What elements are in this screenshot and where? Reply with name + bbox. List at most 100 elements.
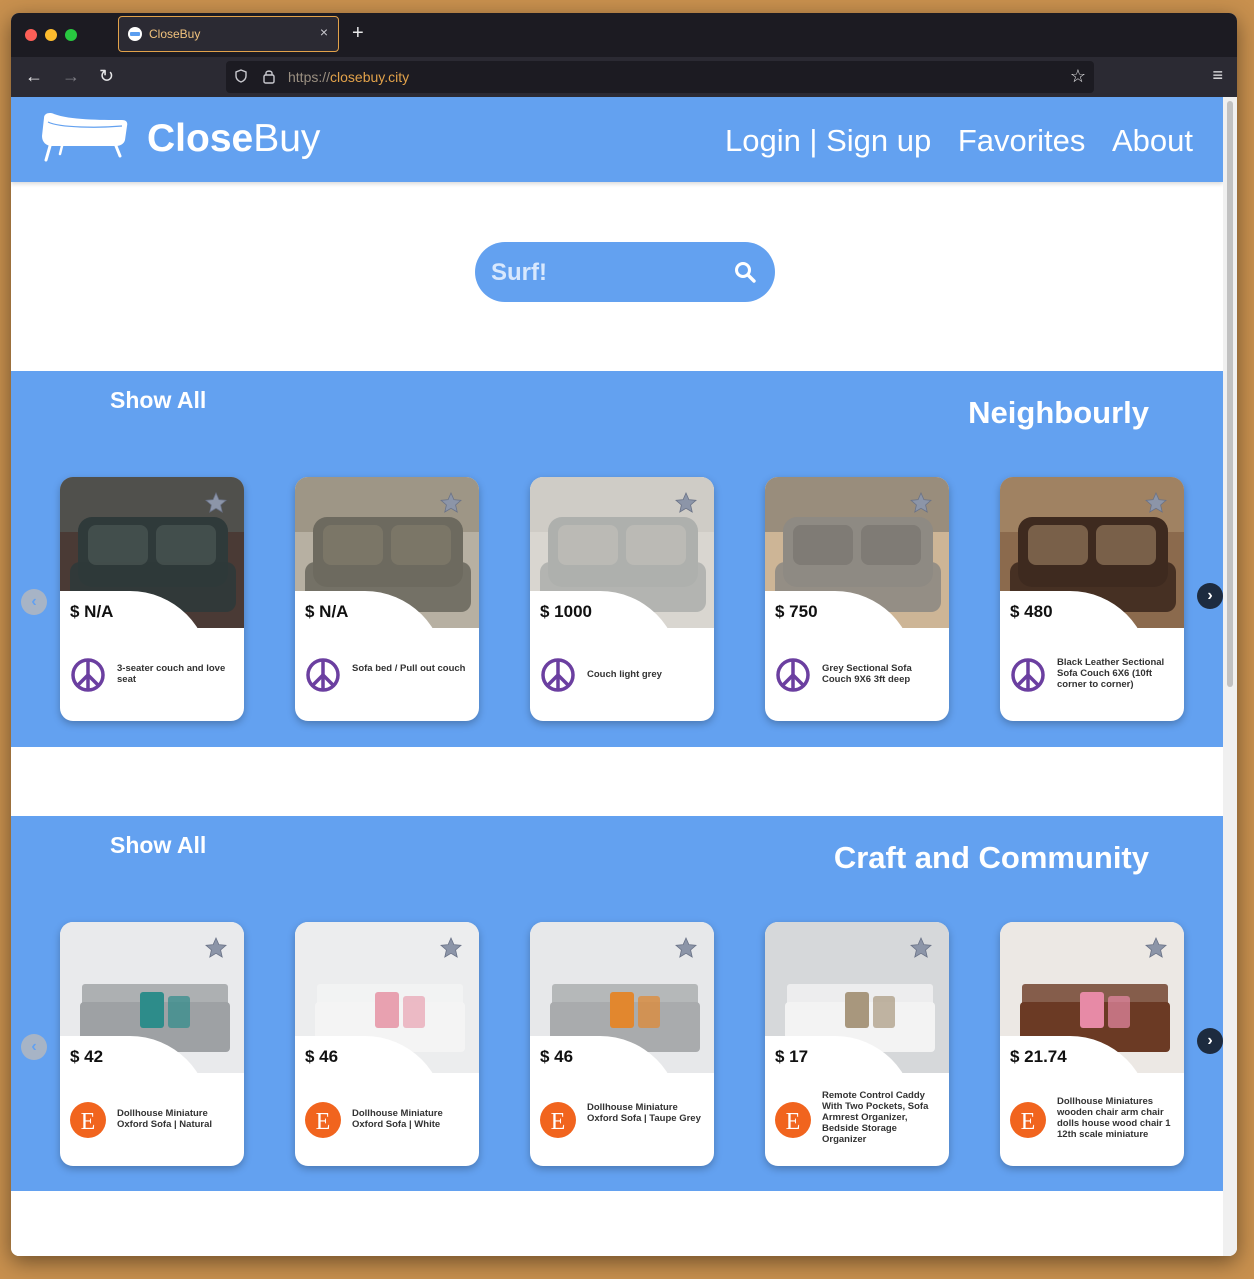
about-link[interactable]: About bbox=[1112, 123, 1193, 158]
minimize-window-button[interactable] bbox=[45, 29, 57, 41]
favorite-star-icon[interactable] bbox=[439, 936, 463, 960]
etsy-icon: E bbox=[540, 1102, 576, 1138]
page-scrollbar[interactable] bbox=[1223, 97, 1237, 1256]
product-card[interactable]: $ 42 E Dollhouse Miniature Oxford Sofa | N… bbox=[60, 922, 244, 1166]
browser-window: CloseBuy × + ← → ↻ https://closebuy.city… bbox=[11, 13, 1237, 1256]
product-description[interactable]: Dollhouse Miniature Oxford Sofa | Natura… bbox=[117, 1108, 237, 1130]
product-description[interactable]: Dollhouse Miniature Oxford Sofa | Taupe … bbox=[587, 1102, 707, 1124]
new-tab-button[interactable]: + bbox=[352, 22, 364, 45]
product-card[interactable]: $ 480 Black Leather Sectional Sofa Couch … bbox=[1000, 477, 1184, 721]
shield-icon[interactable] bbox=[235, 69, 247, 83]
svg-text:E: E bbox=[551, 1109, 566, 1135]
section-title: Craft and Community bbox=[833, 840, 1149, 875]
brand-name[interactable]: CloseBuy bbox=[147, 117, 320, 161]
product-price: $ 750 bbox=[775, 602, 818, 621]
menu-icon[interactable]: ≡ bbox=[1212, 65, 1223, 86]
brand-bold: Close bbox=[147, 117, 254, 160]
product-description[interactable]: Remote Control Caddy With Two Pockets, S… bbox=[822, 1090, 942, 1145]
favorite-star-icon[interactable] bbox=[204, 936, 228, 960]
search-bar bbox=[475, 242, 775, 302]
favorite-star-icon[interactable] bbox=[439, 491, 463, 515]
reload-button[interactable]: ↻ bbox=[99, 66, 114, 86]
peace-icon bbox=[305, 657, 341, 693]
lock-icon[interactable] bbox=[262, 68, 276, 84]
etsy-icon: E bbox=[70, 1102, 106, 1138]
svg-text:E: E bbox=[1021, 1109, 1036, 1135]
peace-icon bbox=[775, 657, 811, 693]
favorite-star-icon[interactable] bbox=[909, 491, 933, 515]
url-text[interactable]: https://closebuy.city bbox=[288, 69, 409, 85]
product-card[interactable]: $ 1000 Couch light grey bbox=[530, 477, 714, 721]
etsy-icon: E bbox=[1010, 1102, 1046, 1138]
favorite-star-icon[interactable] bbox=[204, 491, 228, 515]
etsy-icon: E bbox=[305, 1102, 341, 1138]
peace-icon bbox=[1010, 657, 1046, 693]
product-description[interactable]: Sofa bed / Pull out couch bbox=[352, 663, 472, 674]
search-input[interactable] bbox=[489, 254, 723, 292]
product-card[interactable]: $ 750 Grey Sectional Sofa Couch 9X6 3ft d… bbox=[765, 477, 949, 721]
etsy-icon: E bbox=[775, 1102, 811, 1138]
close-tab-icon[interactable]: × bbox=[320, 24, 328, 40]
favorite-star-icon[interactable] bbox=[674, 491, 698, 515]
peace-icon bbox=[70, 657, 106, 693]
browser-tab[interactable]: CloseBuy × bbox=[118, 16, 339, 52]
product-card[interactable]: $ 17 E Remote Control Caddy With Two Pocke… bbox=[765, 922, 949, 1166]
scrollbar-thumb[interactable] bbox=[1227, 101, 1233, 687]
product-description[interactable]: 3-seater couch and love seat bbox=[117, 663, 237, 685]
product-card[interactable]: $ 21.74 E Dollhouse Miniatures wooden chai… bbox=[1000, 922, 1184, 1166]
title-bar: CloseBuy × + bbox=[11, 13, 1237, 57]
carousel-next-icon[interactable]: › bbox=[1197, 583, 1223, 609]
site-header: CloseBuy Login | Sign up Favorites About bbox=[11, 97, 1223, 182]
url-scheme: https:// bbox=[288, 69, 331, 85]
product-price: $ 480 bbox=[1010, 602, 1053, 621]
product-card[interactable]: $ N/A Sofa bed / Pull out couch bbox=[295, 477, 479, 721]
favorite-star-icon[interactable] bbox=[674, 936, 698, 960]
show-all-link[interactable]: Show All bbox=[110, 387, 206, 414]
product-price: $ 1000 bbox=[540, 602, 592, 621]
product-card[interactable]: $ 46 E Dollhouse Miniature Oxford Sofa | W… bbox=[295, 922, 479, 1166]
favicon-icon bbox=[128, 27, 142, 41]
favorite-star-icon[interactable] bbox=[1144, 491, 1168, 515]
product-price: $ 42 bbox=[70, 1047, 104, 1066]
product-price: $ 21.74 bbox=[1010, 1047, 1067, 1066]
craft-community-section: Show All Craft and Community ‹ › $ 42 E Do… bbox=[11, 816, 1223, 1191]
section-title: Neighbourly bbox=[968, 395, 1149, 430]
bookmark-star-icon[interactable]: ☆ bbox=[1070, 66, 1086, 87]
sofa-logo-icon[interactable] bbox=[40, 112, 128, 164]
favorite-star-icon[interactable] bbox=[909, 936, 933, 960]
zoom-window-button[interactable] bbox=[65, 29, 77, 41]
product-description[interactable]: Dollhouse Miniature Oxford Sofa | White bbox=[352, 1108, 472, 1130]
svg-text:E: E bbox=[316, 1109, 331, 1135]
forward-button[interactable]: → bbox=[62, 66, 80, 86]
search-icon[interactable] bbox=[734, 261, 756, 283]
product-card[interactable]: $ 46 E Dollhouse Miniature Oxford Sofa | T… bbox=[530, 922, 714, 1166]
product-price: $ N/A bbox=[305, 602, 349, 621]
tab-title: CloseBuy bbox=[149, 27, 201, 41]
product-description[interactable]: Dollhouse Miniatures wooden chair arm ch… bbox=[1057, 1096, 1177, 1140]
product-description[interactable]: Grey Sectional Sofa Couch 9X6 3ft deep bbox=[822, 663, 942, 685]
brand-light: Buy bbox=[253, 117, 321, 160]
carousel-prev-icon[interactable]: ‹ bbox=[21, 1034, 47, 1060]
carousel-next-icon[interactable]: › bbox=[1197, 1028, 1223, 1054]
site-nav: Login | Sign up Favorites About bbox=[707, 123, 1193, 159]
page-content: CloseBuy Login | Sign up Favorites About… bbox=[11, 97, 1223, 1256]
address-bar[interactable]: https://closebuy.city ☆ bbox=[226, 61, 1094, 93]
favorites-link[interactable]: Favorites bbox=[958, 123, 1085, 158]
carousel-prev-icon[interactable]: ‹ bbox=[21, 589, 47, 615]
product-price: $ 46 bbox=[540, 1047, 574, 1066]
url-host: closebuy.city bbox=[330, 69, 410, 85]
neighbourly-section: Show All Neighbourly ‹ › $ N/A 3-seater c… bbox=[11, 371, 1223, 747]
product-price: $ 17 bbox=[775, 1047, 809, 1066]
product-price: $ N/A bbox=[70, 602, 114, 621]
favorite-star-icon[interactable] bbox=[1144, 936, 1168, 960]
navigation-bar: ← → ↻ https://closebuy.city ☆ ≡ bbox=[11, 57, 1237, 97]
login-signup-link[interactable]: Login | Sign up bbox=[725, 123, 931, 158]
product-card[interactable]: $ N/A 3-seater couch and love seat bbox=[60, 477, 244, 721]
peace-icon bbox=[540, 657, 576, 693]
back-button[interactable]: ← bbox=[25, 66, 43, 86]
close-window-button[interactable] bbox=[25, 29, 37, 41]
show-all-link[interactable]: Show All bbox=[110, 832, 206, 859]
product-description[interactable]: Black Leather Sectional Sofa Couch 6X6 (… bbox=[1057, 657, 1177, 690]
product-description[interactable]: Couch light grey bbox=[587, 669, 707, 680]
svg-text:E: E bbox=[786, 1109, 801, 1135]
